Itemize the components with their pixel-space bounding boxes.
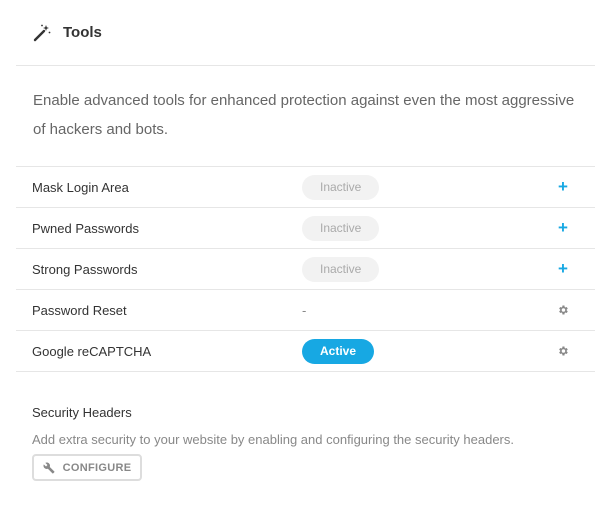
status-badge: Inactive <box>302 256 380 282</box>
wrench-icon <box>43 462 55 474</box>
configure-button[interactable]: CONFIGURE <box>32 454 142 481</box>
tool-name: Password Reset <box>32 302 127 318</box>
panel-title: Tools <box>63 24 102 41</box>
magic-wand-icon <box>33 24 51 42</box>
plus-icon[interactable]: + <box>554 219 572 237</box>
gear-icon[interactable] <box>554 342 572 360</box>
configure-button-label: CONFIGURE <box>62 461 132 474</box>
gear-icon[interactable] <box>554 301 572 319</box>
status-badge: Active <box>302 338 375 364</box>
tools-panel: Tools Enable advanced tools for enhanced… <box>0 0 610 506</box>
security-headers-description: Add extra security to your website by en… <box>32 432 514 447</box>
tool-row-strong-passwords[interactable]: Strong Passwords Inactive + <box>16 249 595 290</box>
tool-name: Pwned Passwords <box>32 220 139 236</box>
status-badge: Inactive <box>302 174 380 200</box>
plus-icon[interactable]: + <box>554 260 572 278</box>
security-headers-title: Security Headers <box>32 405 132 420</box>
tool-row-password-reset[interactable]: Password Reset - <box>16 290 595 331</box>
tool-name: Mask Login Area <box>32 179 129 195</box>
tool-row-google-recaptcha[interactable]: Google reCAPTCHA Active <box>16 331 595 372</box>
tool-list: Mask Login Area Inactive + Pwned Passwor… <box>16 166 595 372</box>
status-badge: Inactive <box>302 215 380 241</box>
intro-text: Enable advanced tools for enhanced prote… <box>33 92 575 138</box>
tool-row-pwned-passwords[interactable]: Pwned Passwords Inactive + <box>16 208 595 249</box>
plus-icon[interactable]: + <box>554 178 572 196</box>
status-text: - <box>302 302 307 318</box>
tool-name: Google reCAPTCHA <box>32 343 152 359</box>
tool-name: Strong Passwords <box>32 261 138 277</box>
panel-header: Tools <box>16 0 595 66</box>
tool-row-mask-login-area[interactable]: Mask Login Area Inactive + <box>16 167 595 208</box>
